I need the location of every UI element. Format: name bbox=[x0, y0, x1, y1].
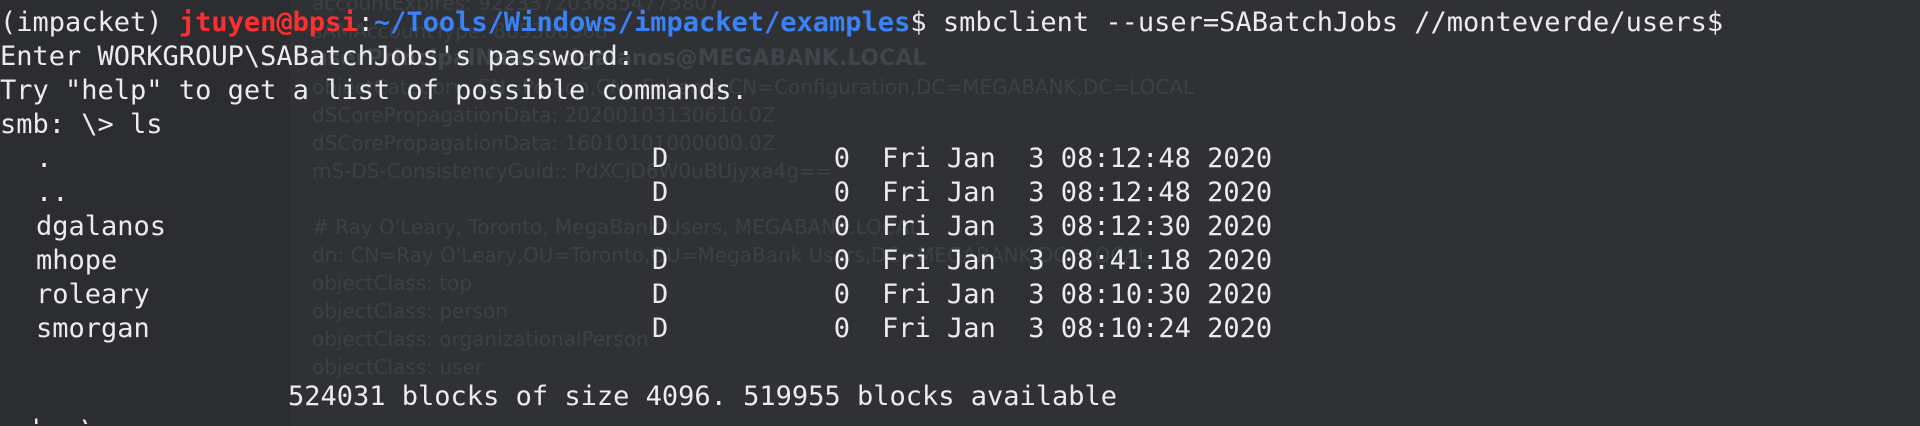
terminal-output: (impacket) jtuyen@bpsi:~/Tools/Windows/i… bbox=[0, 6, 1920, 424]
entry-size: 0 bbox=[833, 143, 850, 174]
entry-name: . bbox=[36, 143, 53, 174]
entry-modified-date: Fri Jan 3 08:12:48 2020 bbox=[882, 177, 1273, 208]
entry-modified-date: Fri Jan 3 08:41:18 2020 bbox=[882, 245, 1273, 276]
prompt-user-host: jtuyen@bpsi bbox=[178, 7, 358, 38]
prompt-symbol: $ bbox=[910, 7, 943, 38]
entry-attributes: D bbox=[652, 211, 669, 242]
shell-prompt-line: (impacket) jtuyen@bpsi:~/Tools/Windows/i… bbox=[0, 6, 1920, 40]
entry-name: roleary bbox=[36, 279, 150, 310]
password-prompt: Enter WORKGROUP\SABatchJobs's password: bbox=[0, 41, 634, 72]
entry-size: 0 bbox=[833, 245, 850, 276]
prompt-colon: : bbox=[357, 7, 374, 38]
entry-size: 0 bbox=[833, 313, 850, 344]
entry-size: 0 bbox=[833, 279, 850, 310]
entry-modified-date: Fri Jan 3 08:12:30 2020 bbox=[882, 211, 1273, 242]
entry-modified-date: Fri Jan 3 08:10:24 2020 bbox=[882, 313, 1273, 344]
listing-row: smorgan D 0 Fri Jan 3 08:10:24 2020 bbox=[0, 312, 1920, 346]
entry-name: dgalanos bbox=[36, 211, 167, 242]
entry-name: mhope bbox=[36, 245, 118, 276]
entry-name: smorgan bbox=[36, 313, 150, 344]
venv-indicator: (impacket) bbox=[0, 7, 179, 38]
listing-row: roleary D 0 Fri Jan 3 08:10:30 2020 bbox=[0, 278, 1920, 312]
entry-modified-date: Fri Jan 3 08:10:30 2020 bbox=[882, 279, 1273, 310]
entry-attributes: D bbox=[652, 279, 669, 310]
listing-row: .. D 0 Fri Jan 3 08:12:48 2020 bbox=[0, 176, 1920, 210]
directory-listing: . D 0 Fri Jan 3 08:12:48 2020.. D 0 Fri Jan 3 … bbox=[0, 142, 1920, 346]
entry-attributes: D bbox=[652, 313, 669, 344]
entry-size: 0 bbox=[833, 211, 850, 242]
entry-attributes: D bbox=[652, 177, 669, 208]
listing-row: mhope D 0 Fri Jan 3 08:41:18 2020 bbox=[0, 244, 1920, 278]
smb-prompt-ls: smb: \> ls bbox=[0, 109, 163, 140]
entry-modified-date: Fri Jan 3 08:12:48 2020 bbox=[882, 143, 1273, 174]
entry-size: 0 bbox=[833, 177, 850, 208]
command-text: smbclient --user=SABatchJobs //monteverd… bbox=[942, 7, 1724, 38]
blocks-summary: 524031 blocks of size 4096. 519955 block… bbox=[288, 381, 1118, 412]
listing-row: dgalanos D 0 Fri Jan 3 08:12:30 2020 bbox=[0, 210, 1920, 244]
partial-next-prompt: smb: \> bbox=[0, 414, 1920, 424]
entry-attributes: D bbox=[652, 143, 669, 174]
prompt-path: ~/Tools/Windows/impacket/examples bbox=[373, 7, 911, 38]
entry-name: .. bbox=[36, 177, 69, 208]
help-hint: Try "help" to get a list of possible com… bbox=[0, 75, 748, 106]
entry-attributes: D bbox=[652, 245, 669, 276]
terminal-window[interactable]: accountExpires: 9223372036854775807 sAMAc… bbox=[0, 0, 1920, 426]
listing-row: . D 0 Fri Jan 3 08:12:48 2020 bbox=[0, 142, 1920, 176]
